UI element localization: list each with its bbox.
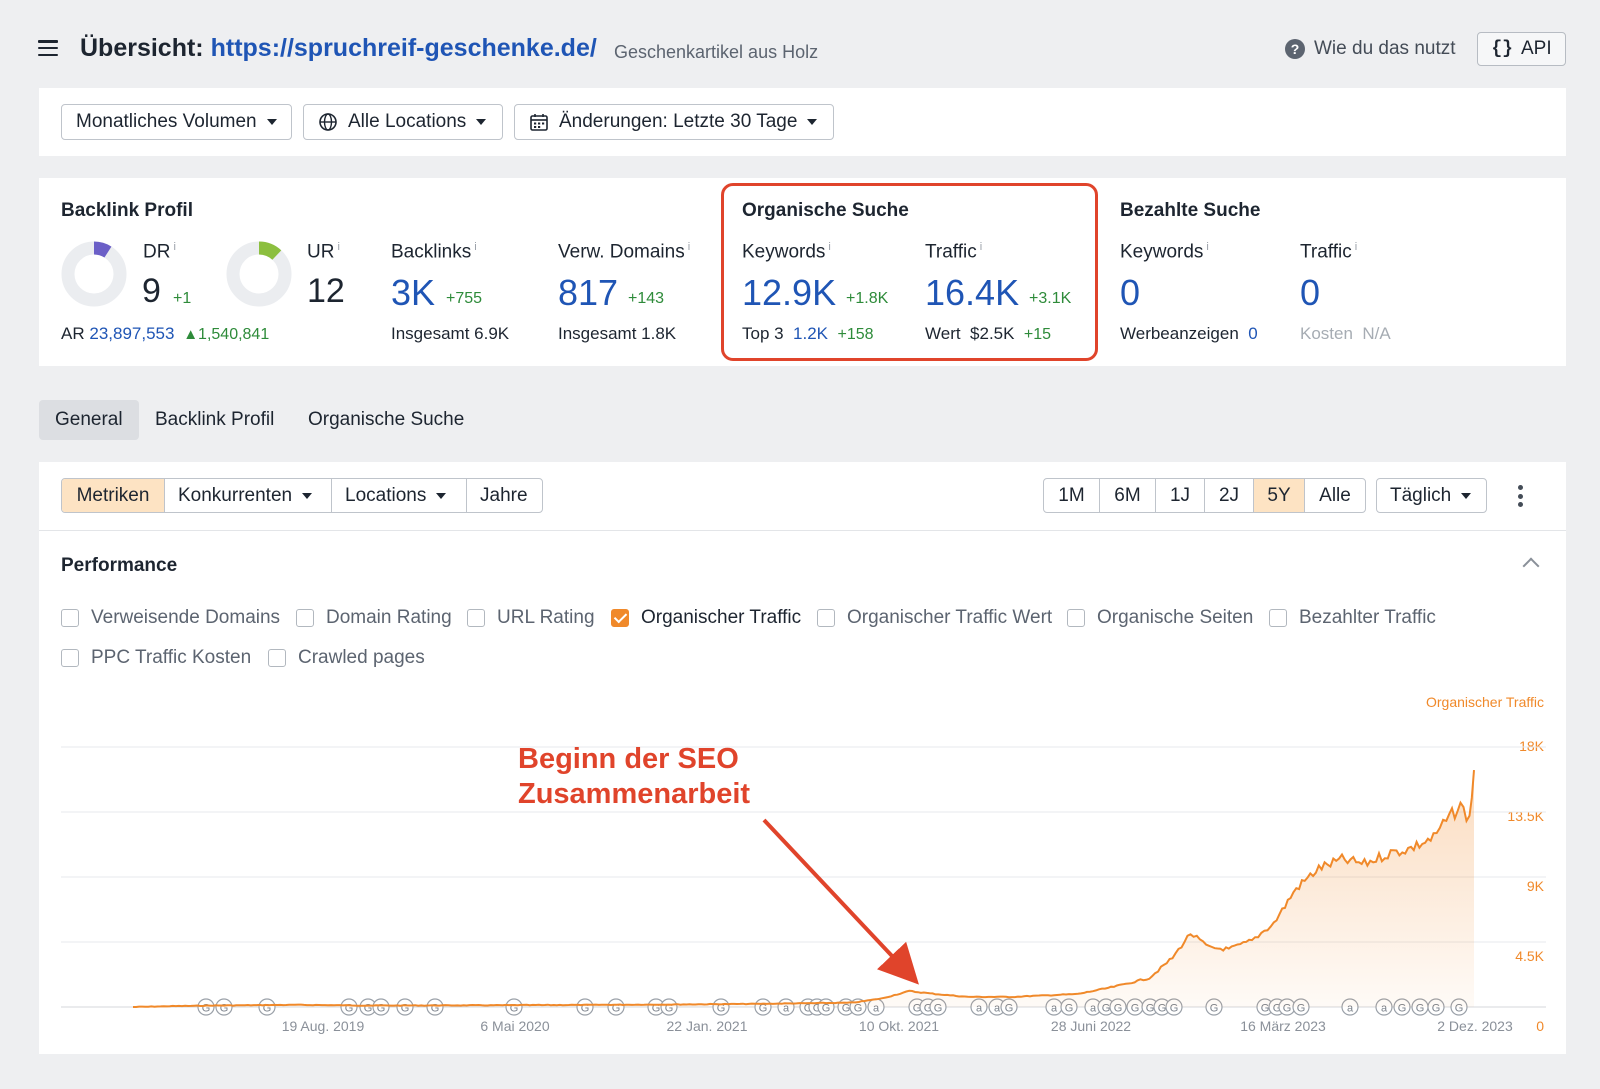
annotation-line-2: Zusammenarbeit (518, 778, 751, 810)
annotation-text: Beginn der SEO Zusammenarbeit (518, 742, 750, 812)
x-tick-label: 16 März 2023 (1240, 1018, 1326, 1034)
annotation-arrow (762, 818, 919, 985)
x-tick-label: 10 Okt. 2021 (858, 1018, 940, 1034)
traffic-area (133, 770, 1474, 1007)
x-tick-label: 19 Aug. 2019 (281, 1018, 365, 1034)
x-tick-label: 6 Mai 2020 (480, 1018, 550, 1034)
svg-text:G: G (377, 1003, 386, 1015)
svg-text:G: G (202, 1003, 211, 1015)
x-tick-label: 28 Juni 2022 (1050, 1018, 1132, 1034)
x-tick-label: 2 Dez. 2023 (1437, 1018, 1513, 1034)
svg-text:G: G (364, 1003, 373, 1015)
x-tick-label: 22 Jan. 2021 (666, 1018, 748, 1034)
annotation-line-1: Beginn der SEO (518, 743, 739, 775)
traffic-chart: GGGGGGGGGGGGGGGaGGGGGaGGGaaGaGaGGGGGGGGG… (61, 746, 1546, 1016)
svg-text:G: G (220, 1003, 229, 1015)
svg-text:G: G (401, 1003, 410, 1015)
